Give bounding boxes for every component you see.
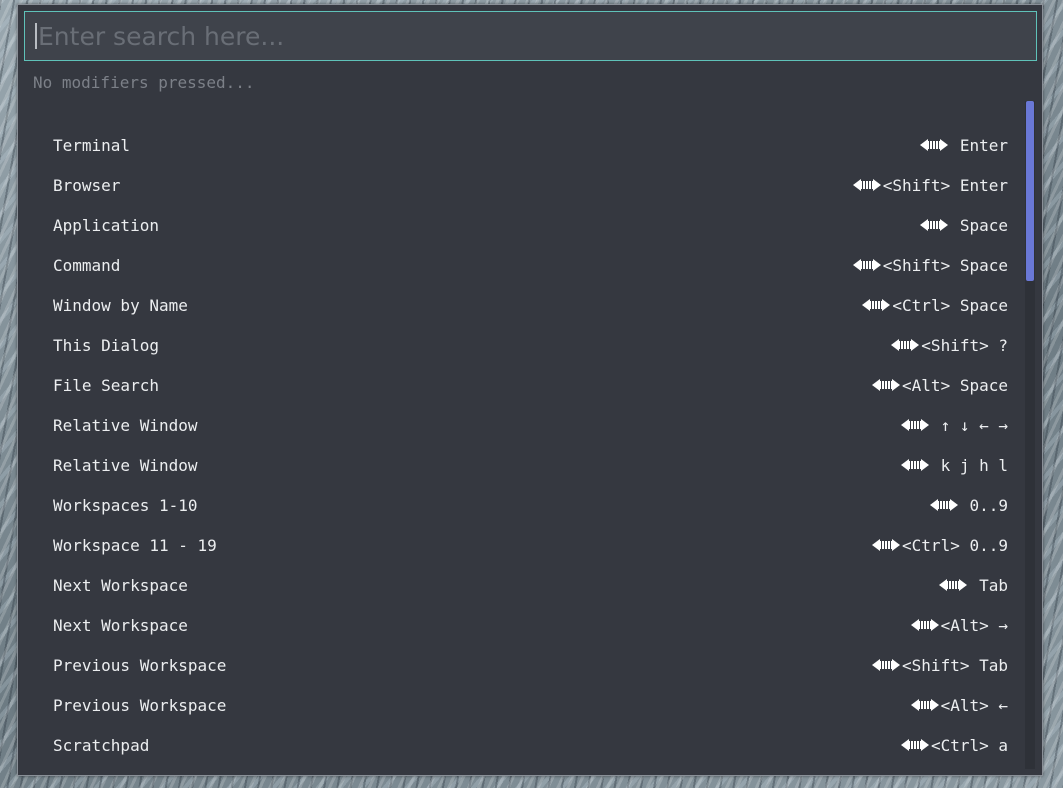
list-item-shortcut: Tab xyxy=(939,576,1008,595)
keybinding-list[interactable]: Terminal Enter Browser <Shift> Enter Applic… xyxy=(18,101,1024,769)
shortcut-keys: Space xyxy=(950,215,1008,235)
shortcut-keys: <Shift> Space xyxy=(882,255,1008,275)
list-item[interactable]: Workspaces 1-10 0..9 xyxy=(18,485,1024,525)
shortcut-keys: <Ctrl> a xyxy=(930,735,1008,755)
keybinding-dialog: No modifiers pressed... Terminal EnterBr… xyxy=(17,4,1043,776)
shortcut-keys: <Alt> ← xyxy=(940,695,1008,715)
shortcut-keys: <Shift> Tab xyxy=(902,655,1008,675)
shortcut-keys: <Ctrl> Space xyxy=(892,295,1008,315)
list-item[interactable]: File Search <Alt> Space xyxy=(18,365,1024,405)
list-item-label: Command xyxy=(53,255,121,275)
regolith-logo-icon xyxy=(872,659,901,671)
shortcut-keys: <Ctrl> 0..9 xyxy=(902,535,1008,555)
regolith-logo-icon xyxy=(939,579,968,591)
list-item[interactable]: Terminal Enter xyxy=(18,125,1024,165)
regolith-logo-icon xyxy=(872,539,901,551)
list-item-shortcut: <Alt> ← xyxy=(910,695,1008,715)
list-item[interactable]: Window by Name <Ctrl> Space xyxy=(18,285,1024,325)
list-item[interactable]: Previous Workspace <Shift> Tab xyxy=(18,645,1024,685)
list-item-label: Previous Workspace xyxy=(53,655,227,675)
list-item-shortcut: <Ctrl> a xyxy=(900,735,1008,755)
list-item-shortcut: <Shift> Enter xyxy=(852,175,1008,195)
list-item[interactable]: Workspace 11 - 19 <Ctrl> 0..9 xyxy=(18,525,1024,565)
shortcut-keys: <Alt> → xyxy=(940,615,1008,635)
list-item-shortcut: <Ctrl> Space xyxy=(862,296,1008,315)
list-item-shortcut: <Alt> → xyxy=(910,615,1008,635)
list-item-shortcut: k j h l xyxy=(900,455,1008,475)
regolith-logo-icon xyxy=(862,299,891,311)
list-item-label: Workspace 11 - 19 xyxy=(53,535,217,555)
list-item[interactable]: Previous Workspace <Alt> ← xyxy=(18,685,1024,725)
regolith-logo-icon xyxy=(900,459,929,471)
list-item-label: Previous Workspace xyxy=(53,695,227,715)
list-item-label: Next Workspace xyxy=(53,615,188,635)
list-item-shortcut: Enter xyxy=(920,136,1008,155)
list-item-label: Application xyxy=(53,215,159,235)
regolith-logo-icon xyxy=(910,619,939,631)
list-item[interactable]: Relative Window ↑ ↓ ← → xyxy=(18,405,1024,445)
list-item-shortcut: <Shift> Tab xyxy=(872,656,1008,675)
search-input[interactable] xyxy=(37,12,1036,60)
list-item[interactable]: Application Space xyxy=(18,205,1024,245)
list-item-shortcut: ↑ ↓ ← → xyxy=(900,415,1008,435)
modifier-status: No modifiers pressed... xyxy=(33,73,255,92)
regolith-logo-icon xyxy=(900,739,929,751)
list-item-shortcut: <Alt> Space xyxy=(872,376,1008,395)
shortcut-keys: ↑ ↓ ← → xyxy=(930,415,1008,435)
regolith-logo-icon xyxy=(872,379,901,391)
list-item-shortcut: <Shift> ? xyxy=(891,336,1008,355)
list-item-label: Next Workspace xyxy=(53,575,188,595)
list-item-label: Workspaces 1-10 xyxy=(53,495,198,515)
scrollbar[interactable] xyxy=(1025,101,1035,769)
list-item[interactable]: Scratchpad <Ctrl> a xyxy=(18,725,1024,765)
regolith-logo-icon xyxy=(891,339,920,351)
list-item-label: Relative Window xyxy=(53,415,198,435)
regolith-logo-icon xyxy=(920,219,949,231)
regolith-logo-icon xyxy=(852,179,881,191)
list-item[interactable]: Relative Window k j h l xyxy=(18,445,1024,485)
shortcut-keys: Tab xyxy=(969,575,1008,595)
list-item-label: Scratchpad xyxy=(53,735,150,755)
scrollbar-thumb[interactable] xyxy=(1026,101,1034,281)
regolith-logo-icon xyxy=(900,419,929,431)
list-item-shortcut: Space xyxy=(920,216,1008,235)
list-item-shortcut: 0..9 xyxy=(929,495,1008,515)
list-item-label: This Dialog xyxy=(53,335,159,355)
shortcut-keys: k j h l xyxy=(930,455,1008,475)
list-item[interactable]: Next Workspace <Alt> → xyxy=(18,605,1024,645)
list-item-label: Relative Window xyxy=(53,455,198,475)
shortcut-keys: Enter xyxy=(950,135,1008,155)
list-item-label: File Search xyxy=(53,375,159,395)
list-item[interactable]: This Dialog <Shift> ? xyxy=(18,325,1024,365)
shortcut-keys: 0..9 xyxy=(959,495,1008,515)
regolith-logo-icon xyxy=(920,139,949,151)
shortcut-keys: <Shift> Enter xyxy=(882,175,1008,195)
list-item-shortcut: <Ctrl> 0..9 xyxy=(872,536,1008,555)
list-item-shortcut: <Shift> Space xyxy=(852,255,1008,275)
list-item[interactable]: Command <Shift> Space xyxy=(18,245,1024,285)
list-item[interactable]: Browser <Shift> Enter xyxy=(18,165,1024,205)
list-item-label: Terminal xyxy=(53,135,131,155)
regolith-logo-icon xyxy=(929,499,958,511)
shortcut-keys: <Shift> ? xyxy=(921,335,1008,355)
list-item[interactable]: Next Workspace Tab xyxy=(18,565,1024,605)
list-item-label: Window by Name xyxy=(53,295,188,315)
regolith-logo-icon xyxy=(852,259,881,271)
shortcut-keys: <Alt> Space xyxy=(902,375,1008,395)
regolith-logo-icon xyxy=(910,699,939,711)
search-box[interactable] xyxy=(24,11,1037,61)
list-item-label: Browser xyxy=(53,175,121,195)
